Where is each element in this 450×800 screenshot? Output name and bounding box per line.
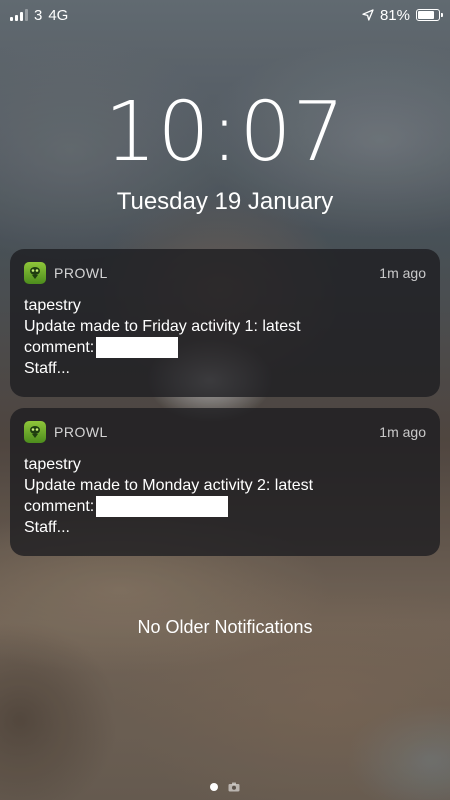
battery-icon (416, 9, 443, 21)
battery-percent: 81% (379, 6, 410, 24)
network-label: 4G (48, 6, 69, 24)
redacted-block (96, 337, 179, 358)
notification-line: Update made to Friday activity 1: latest (24, 318, 301, 335)
notification-line: Update made to Monday activity 2: latest (24, 477, 314, 494)
notification-app-name: PROWL (54, 424, 108, 440)
notification-comment-label: comment: (24, 339, 95, 356)
notification-card[interactable]: PROWL 1m ago tapestry Update made to Fri… (10, 249, 440, 397)
lock-screen: 3 4G 81% 10:07 Tuesday 19 January PROWL … (0, 0, 450, 800)
notification-time: 1m ago (379, 424, 426, 440)
notification-header: PROWL 1m ago (24, 420, 426, 444)
prowl-app-icon (24, 421, 46, 443)
notification-line: comment: (24, 496, 426, 517)
notification-app-name: PROWL (54, 265, 108, 281)
camera-icon[interactable] (228, 782, 240, 792)
notification-card[interactable]: PROWL 1m ago tapestry Update made to Mon… (10, 408, 440, 556)
prowl-app-icon (24, 262, 46, 284)
page-dot[interactable] (210, 783, 218, 791)
status-bar: 3 4G 81% (0, 0, 450, 30)
notification-line: Staff... (24, 519, 70, 536)
notification-title: tapestry (24, 297, 81, 314)
notification-body: tapestry Update made to Friday activity … (24, 295, 426, 379)
carrier-label: 3 (34, 6, 43, 24)
notification-body: tapestry Update made to Monday activity … (24, 454, 426, 538)
status-right: 81% (362, 6, 443, 24)
status-left: 3 4G (10, 7, 68, 24)
no-older-notifications-label: No Older Notifications (137, 617, 313, 637)
notification-time: 1m ago (379, 265, 426, 281)
lock-clock: 10:07 (104, 85, 346, 180)
battery-fill (418, 11, 435, 19)
notification-comment-label: comment: (24, 498, 95, 515)
location-arrow-icon (362, 9, 374, 21)
notification-line: Staff... (24, 360, 70, 377)
page-indicator (0, 782, 450, 792)
notification-line: comment: (24, 337, 426, 358)
redacted-block (96, 496, 229, 517)
lock-date: Tuesday 19 January (116, 188, 334, 215)
signal-icon (10, 9, 28, 21)
notification-title: tapestry (24, 456, 81, 473)
notification-header: PROWL 1m ago (24, 261, 426, 285)
